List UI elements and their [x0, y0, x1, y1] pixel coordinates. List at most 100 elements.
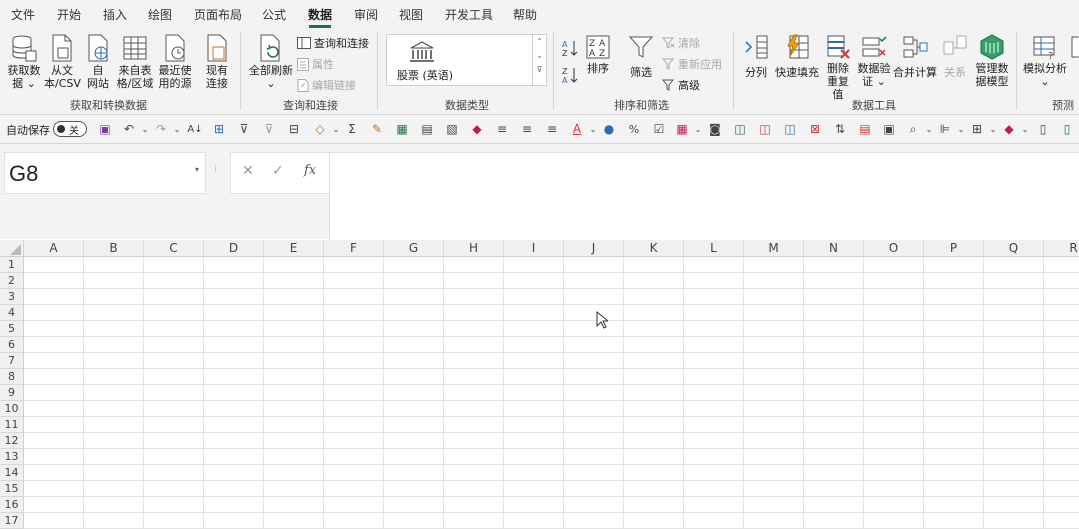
theme-color-icon[interactable]: ●	[600, 120, 618, 138]
clear-filter-icon[interactable]: ⊽	[260, 120, 278, 138]
consolidate-button[interactable]: 合并计算	[892, 34, 938, 79]
filter-button[interactable]: 筛选	[626, 34, 656, 79]
percent-icon[interactable]: %	[625, 120, 643, 138]
tab-formulas[interactable]: 公式	[262, 6, 286, 23]
remove-duplicates-button[interactable]: 删除 重复值	[822, 34, 854, 101]
row-header-7[interactable]: 7	[0, 353, 24, 369]
protect-icon[interactable]: ▯	[1034, 120, 1052, 138]
advanced-filter-button[interactable]: 高级	[662, 77, 700, 93]
tab-draw[interactable]: 绘图	[148, 6, 172, 23]
save-icon[interactable]: ▣	[96, 120, 114, 138]
edit-links-button[interactable]: 编辑链接	[297, 77, 356, 93]
tab-view[interactable]: 视图	[399, 6, 423, 23]
expand-gallery-icon[interactable]: ⊽	[533, 63, 546, 77]
share-icon[interactable]: ▯	[1058, 120, 1076, 138]
merge-cells-icon[interactable]: ▧	[443, 120, 461, 138]
table-icon[interactable]: ⊟	[285, 120, 303, 138]
page-setup-icon[interactable]: ▣	[880, 120, 898, 138]
cancel-icon[interactable]: ✕	[242, 163, 254, 179]
data-type-gallery[interactable]: 股票 (英语)	[386, 34, 534, 86]
row-header-5[interactable]: 5	[0, 321, 24, 337]
validation-icon[interactable]: ☑	[650, 120, 668, 138]
show-comment-icon[interactable]: ◫	[781, 120, 799, 138]
column-header-e[interactable]: E	[264, 240, 324, 257]
row-header-1[interactable]: 1	[0, 257, 24, 273]
scroll-up-icon[interactable]: ⌃	[533, 35, 546, 49]
tab-developer[interactable]: 开发工具	[445, 6, 493, 23]
recent-sources-button[interactable]: 最近使 用的源	[156, 34, 194, 90]
tab-page-layout[interactable]: 页面布局	[194, 6, 242, 23]
row-header-2[interactable]: 2	[0, 273, 24, 289]
align-right-icon[interactable]: ≡	[543, 120, 561, 138]
tab-insert[interactable]: 插入	[103, 6, 127, 23]
transpose-icon[interactable]: ⇅	[831, 120, 849, 138]
from-web-button[interactable]: 自网站	[84, 34, 112, 90]
row-header-17[interactable]: 17	[0, 513, 24, 529]
row-header-10[interactable]: 10	[0, 401, 24, 417]
column-header-i[interactable]: I	[504, 240, 564, 257]
select-all-button[interactable]	[0, 240, 24, 257]
row-header-8[interactable]: 8	[0, 369, 24, 385]
row-header-15[interactable]: 15	[0, 481, 24, 497]
autosave-toggle[interactable]: 关	[53, 121, 87, 137]
filter-icon[interactable]: ⊽	[235, 120, 253, 138]
scroll-down-icon[interactable]: ⌄	[533, 49, 546, 63]
row-header-13[interactable]: 13	[0, 449, 24, 465]
row-header-11[interactable]: 11	[0, 417, 24, 433]
name-box-dropdown-icon[interactable]: ▾	[195, 165, 199, 174]
stocks-type-label[interactable]: 股票 (英语)	[397, 67, 453, 83]
eraser-icon[interactable]: ◆	[468, 120, 486, 138]
column-header-q[interactable]: Q	[984, 240, 1044, 257]
data-type-scroll[interactable]: ⌃ ⌄ ⊽	[532, 34, 547, 86]
form-icon[interactable]: ⊞	[210, 120, 228, 138]
freeze-panes-icon[interactable]: ▤	[418, 120, 436, 138]
column-header-d[interactable]: D	[204, 240, 264, 257]
row-header-6[interactable]: 6	[0, 337, 24, 353]
row-header-16[interactable]: 16	[0, 497, 24, 513]
row-header-12[interactable]: 12	[0, 433, 24, 449]
flash-fill-button[interactable]: 快速填充	[774, 34, 820, 79]
from-table-range-button[interactable]: 来自表 格/区域	[116, 34, 154, 90]
name-box[interactable]: G8 ▾	[4, 152, 206, 194]
cf-dropdown-icon[interactable]: ⌄	[689, 120, 707, 138]
comment-icon[interactable]: ◫	[731, 120, 749, 138]
insert-chart-icon[interactable]: ▦	[393, 120, 411, 138]
tab-home[interactable]: 开始	[57, 6, 81, 23]
tab-file[interactable]: 文件	[11, 6, 35, 23]
tab-review[interactable]: 审阅	[354, 6, 378, 23]
column-header-l[interactable]: L	[684, 240, 744, 257]
autosum-icon[interactable]: Σ	[343, 120, 361, 138]
column-header-c[interactable]: C	[144, 240, 204, 257]
clear-dropdown-icon[interactable]: ⌄	[1016, 120, 1034, 138]
column-header-n[interactable]: N	[804, 240, 864, 257]
clear-filter-button[interactable]: 清除	[662, 35, 700, 51]
row-header-14[interactable]: 14	[0, 465, 24, 481]
properties-button[interactable]: 属性	[297, 56, 334, 72]
what-if-analysis-button[interactable]: ? 模拟分析 ⌄	[1022, 34, 1068, 88]
column-header-g[interactable]: G	[384, 240, 444, 257]
tab-help[interactable]: 帮助	[513, 6, 537, 23]
formula-input[interactable]	[329, 152, 1079, 241]
forecast-sheet-button[interactable]	[1070, 34, 1079, 62]
align-center-icon[interactable]: ≡	[518, 120, 536, 138]
format-painter-icon[interactable]: ✎	[368, 120, 386, 138]
column-header-f[interactable]: F	[324, 240, 384, 257]
column-header-r[interactable]: R	[1044, 240, 1079, 257]
column-header-h[interactable]: H	[444, 240, 504, 257]
align-left-icon[interactable]: ≡	[493, 120, 511, 138]
sort-ascending-icon[interactable]: AZ	[562, 39, 580, 60]
sort-az-icon[interactable]: A↓	[186, 120, 204, 138]
camera-icon[interactable]: ◙	[706, 120, 724, 138]
column-header-m[interactable]: M	[744, 240, 804, 257]
reapply-button[interactable]: 重新应用	[662, 56, 722, 72]
column-header-p[interactable]: P	[924, 240, 984, 257]
enter-icon[interactable]: ✓	[272, 163, 284, 179]
row-header-3[interactable]: 3	[0, 289, 24, 305]
from-text-csv-button[interactable]: 从文 本/CSV	[44, 34, 81, 90]
column-header-j[interactable]: J	[564, 240, 624, 257]
data-validation-button[interactable]: 数据验证 ⌄	[857, 34, 891, 88]
manage-data-model-button[interactable]: 管理数 据模型	[972, 34, 1012, 88]
column-header-k[interactable]: K	[624, 240, 684, 257]
row-header-9[interactable]: 9	[0, 385, 24, 401]
refresh-all-button[interactable]: 全部刷新 ⌄	[246, 34, 296, 90]
